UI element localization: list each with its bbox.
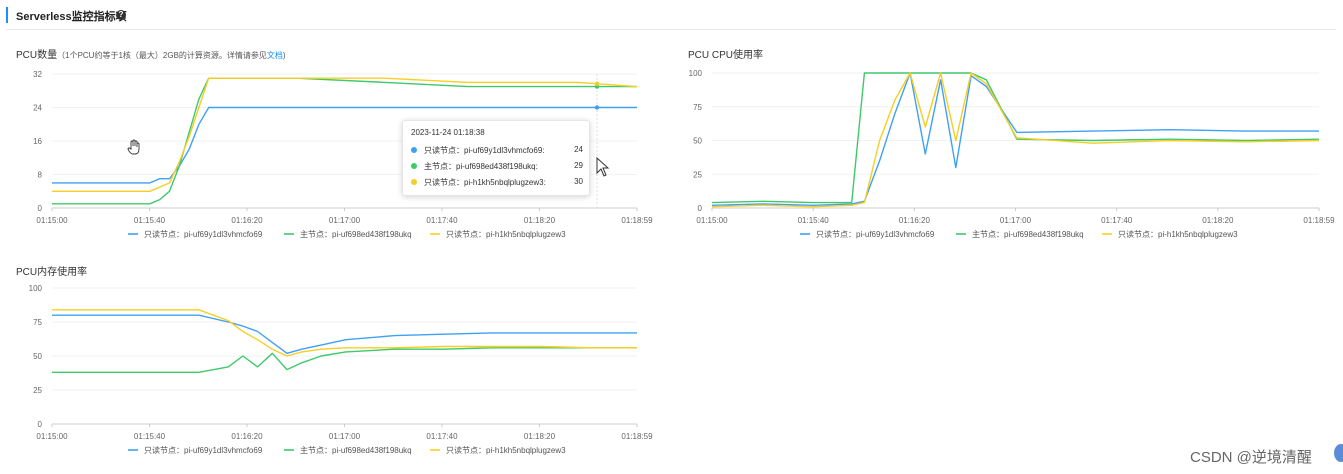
series-dot-icon (411, 163, 417, 169)
section-accent-bar (6, 7, 8, 23)
y-tick-label: 8 (38, 171, 43, 180)
tooltip-series-name: 主节点：pi-uf698ed438f198ukq: (424, 162, 538, 171)
y-tick-label: 100 (689, 69, 703, 78)
hover-point (594, 81, 600, 86)
question-circle-icon[interactable]: ? (116, 10, 126, 20)
x-tick-label: 01:15:00 (36, 432, 68, 441)
tooltip-row: 主节点：pi-uf698ed438f198ukq: 29 (411, 161, 583, 173)
x-tick-label: 01:15:00 (696, 216, 728, 225)
y-tick-label: 100 (29, 284, 43, 293)
x-tick-label: 01:17:40 (426, 432, 458, 441)
x-tick-label: 01:17:00 (329, 432, 361, 441)
y-tick-label: 0 (698, 204, 703, 213)
tooltip-series-value: 30 (574, 177, 583, 186)
tooltip-row: 只读节点：pi-uf69y1dl3vhmcfo69: 24 (411, 145, 583, 157)
docs-link[interactable]: 文档 (267, 51, 283, 60)
tooltip-series-value: 24 (574, 145, 583, 154)
legend-label: 主节点：pi-uf698ed438f198ukq (972, 229, 1084, 239)
tooltip-time: 2023-11-24 01:18:38 (411, 128, 485, 137)
x-tick-label: 01:15:40 (134, 216, 166, 225)
x-tick-label: 01:18:59 (621, 432, 653, 441)
hand-cursor-icon (127, 139, 140, 155)
watermark-logo-icon (1334, 444, 1343, 462)
tooltip-series-value: 29 (574, 161, 583, 170)
chart-tooltip: 2023-11-24 01:18:38 只读节点：pi-uf69y1dl3vhm… (402, 120, 590, 196)
x-tick-label: 01:16:20 (231, 432, 263, 441)
pcu-note: （1个PCU约等于1核（最大）2GB的计算资源。详情请参见 (57, 51, 267, 60)
legend-label: 主节点：pi-uf698ed438f198ukq (300, 445, 412, 455)
tooltip-series-name: 只读节点：pi-h1kh5nbqlplugzew3: (424, 178, 546, 187)
pcu-note-end: ) (282, 51, 286, 60)
y-tick-label: 0 (38, 420, 43, 429)
header-divider (6, 29, 1336, 30)
y-tick-label: 75 (33, 318, 42, 327)
x-tick-label: 01:18:59 (1303, 216, 1335, 225)
x-tick-label: 01:17:00 (329, 216, 361, 225)
legend-label: 主节点：pi-uf698ed438f198ukq (300, 229, 412, 239)
x-tick-label: 01:15:00 (36, 216, 68, 225)
x-tick-label: 01:15:40 (134, 432, 166, 441)
legend-label: 只读节点：pi-uf69y1dl3vhmcfo69 (144, 445, 263, 455)
series-line (52, 347, 637, 374)
x-tick-label: 01:18:20 (524, 432, 556, 441)
memory-usage-chart[interactable]: 0 25 50 75 100 01:15:00 01:15:40 01:16:20 01:17:… (0, 276, 670, 466)
x-tick-label: 01:17:40 (1101, 216, 1133, 225)
x-tick-label: 01:17:40 (426, 216, 458, 225)
x-tick-label: 01:16:20 (899, 216, 931, 225)
mouse-pointer-icon (596, 157, 610, 177)
y-tick-label: 50 (693, 137, 702, 146)
tooltip-row: 只读节点：pi-h1kh5nbqlplugzew3: 30 (411, 177, 583, 189)
legend-label: 只读节点：pi-h1kh5nbqlplugzew3 (446, 229, 566, 239)
section-title: Serverless监控指标项 (16, 11, 127, 23)
legend-label: 只读节点：pi-h1kh5nbqlplugzew3 (1118, 229, 1238, 239)
series-dot-icon (411, 179, 417, 185)
tooltip-series-name: 只读节点：pi-uf69y1dl3vhmcfo69: (424, 146, 545, 155)
y-tick-label: 25 (33, 386, 42, 395)
cpu-usage-chart[interactable]: 0 25 50 75 100 01:15:00 01:15:40 01:16:20 01:17:… (672, 60, 1343, 250)
legend-label: 只读节点：pi-uf69y1dl3vhmcfo69 (144, 229, 263, 239)
x-tick-label: 01:17:00 (1000, 216, 1032, 225)
hover-point (594, 105, 600, 110)
x-tick-label: 01:18:59 (621, 216, 653, 225)
y-tick-label: 16 (33, 137, 42, 146)
y-tick-label: 0 (38, 204, 43, 213)
y-tick-label: 75 (693, 103, 702, 112)
watermark-text: CSDN @逆境清醒 (1190, 449, 1312, 466)
legend-label: 只读节点：pi-uf69y1dl3vhmcfo69 (816, 229, 935, 239)
pcu-chart-title: PCU数量（1个PCU约等于1核（最大）2GB的计算资源。详情请参见文档) (16, 46, 286, 61)
y-tick-label: 24 (33, 104, 42, 113)
cpu-chart-title: PCU CPU使用率 (688, 50, 764, 61)
x-tick-label: 01:18:20 (524, 216, 556, 225)
series-dot-icon (411, 147, 417, 153)
x-tick-label: 01:15:40 (798, 216, 830, 225)
x-tick-label: 01:16:20 (231, 216, 263, 225)
y-tick-label: 50 (33, 352, 42, 361)
legend-label: 只读节点：pi-h1kh5nbqlplugzew3 (446, 445, 566, 455)
series-line (711, 72, 1319, 207)
series-line (711, 72, 1320, 204)
y-tick-label: 25 (693, 170, 702, 179)
y-tick-label: 32 (33, 70, 42, 79)
x-tick-label: 01:18:20 (1202, 216, 1234, 225)
